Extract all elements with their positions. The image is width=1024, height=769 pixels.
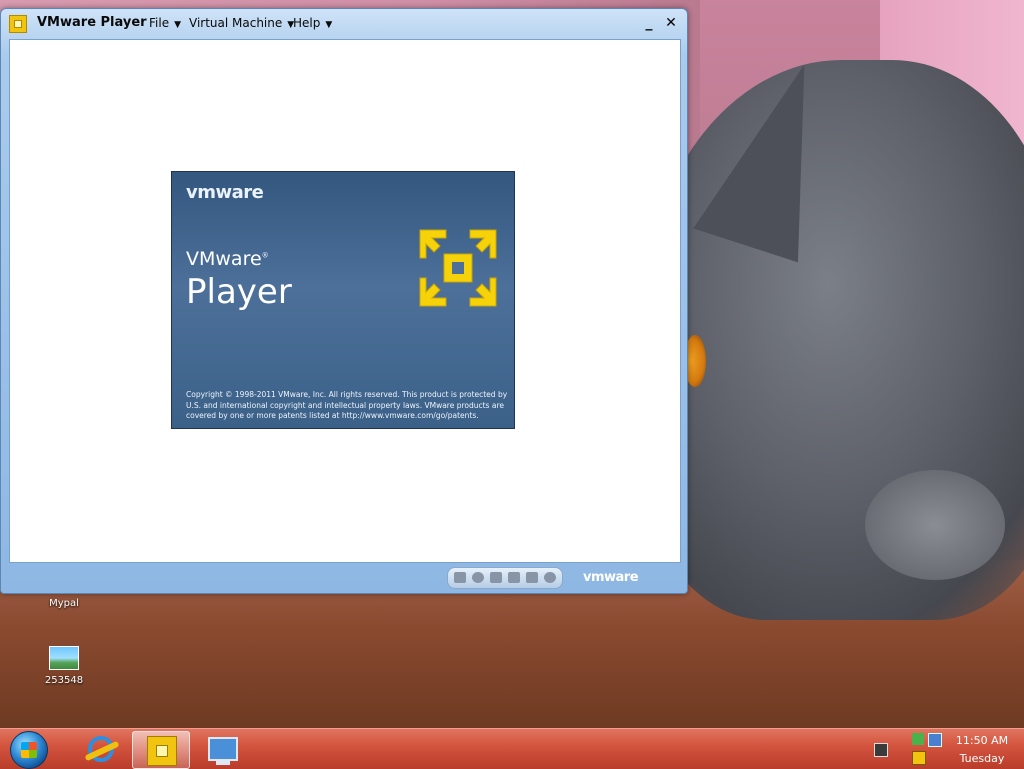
- network-adapter-icon[interactable]: [508, 572, 520, 583]
- menu-file[interactable]: File ▼: [149, 16, 181, 30]
- close-button[interactable]: ✕: [661, 13, 681, 33]
- minimize-button[interactable]: _: [639, 13, 659, 33]
- vmware-tray-icon[interactable]: [912, 751, 926, 765]
- title-bar[interactable]: VMware Player File ▼ Virtual Machine ▼ Hel…: [1, 9, 687, 39]
- floppy-icon[interactable]: [490, 572, 502, 583]
- desktop-icon-label: 253548: [44, 675, 84, 686]
- vmware-player-icon: [9, 15, 27, 33]
- monitor-icon[interactable]: [928, 733, 942, 747]
- status-bar: vmware: [1, 565, 687, 593]
- clock-time[interactable]: 11:50 AM: [954, 734, 1010, 747]
- taskbar-vmware-player[interactable]: [132, 731, 190, 769]
- windows-logo-icon: [21, 742, 37, 758]
- vmware-player-icon: [147, 736, 177, 766]
- chevron-down-icon: ▼: [174, 20, 182, 30]
- checkmark-icon[interactable]: [912, 733, 924, 745]
- cd-drive-icon[interactable]: [472, 572, 484, 583]
- device-toolbar: [447, 567, 563, 589]
- internet-explorer-icon: [88, 736, 114, 762]
- window-title: VMware Player: [37, 15, 147, 30]
- taskbar: 11:50 AM Tuesday: [0, 728, 1024, 769]
- printer-icon[interactable]: [526, 572, 538, 583]
- desktop-icon-label: Mypal: [49, 598, 79, 609]
- splash-vmware-logo: vmware: [186, 182, 264, 203]
- splash-copyright: Copyright © 1998-2011 VMware, Inc. All r…: [186, 390, 508, 420]
- taskbar-computer[interactable]: [194, 731, 250, 767]
- desktop-icon-253548[interactable]: 253548: [34, 646, 94, 686]
- menu-help-label: Help: [293, 16, 321, 30]
- vmware-player-logo-icon: [419, 229, 497, 307]
- hard-disk-icon[interactable]: [454, 572, 466, 583]
- menu-help[interactable]: Help ▼: [293, 16, 332, 30]
- keyboard-icon[interactable]: [874, 743, 888, 757]
- splash-product-brand: VMware®: [186, 248, 269, 270]
- computer-icon: [208, 737, 238, 765]
- image-file-icon: [49, 646, 79, 670]
- sound-card-icon[interactable]: [544, 572, 556, 583]
- start-button[interactable]: [10, 731, 48, 769]
- wallpaper-cat-paw: [865, 470, 1005, 580]
- splash-product-name: Player: [186, 272, 292, 312]
- registered-mark: ®: [261, 251, 269, 260]
- menu-file-label: File: [149, 16, 170, 30]
- splash-screen: vmware VMware® Player Copyright © 1998-2…: [171, 171, 515, 429]
- splash-product-brand-text: VMware: [186, 248, 262, 270]
- vmware-logo: vmware: [583, 570, 639, 585]
- chevron-down-icon: ▼: [325, 20, 333, 30]
- menu-virtual-machine[interactable]: Virtual Machine ▼: [189, 16, 294, 30]
- taskbar-internet-explorer[interactable]: [72, 731, 128, 767]
- menu-virtual-machine-label: Virtual Machine: [189, 16, 283, 30]
- clock-day[interactable]: Tuesday: [954, 752, 1010, 765]
- desktop-icon-mypal[interactable]: Mypal: [34, 596, 94, 609]
